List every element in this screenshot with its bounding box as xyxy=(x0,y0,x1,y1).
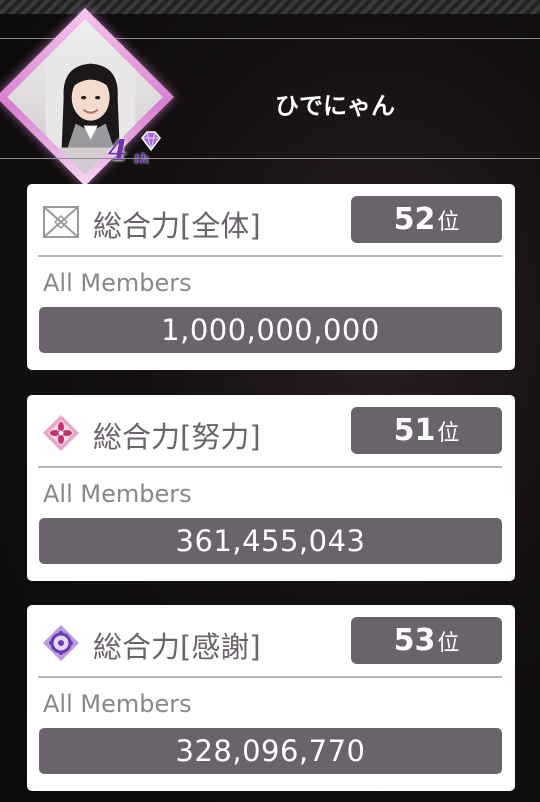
ranking-card-overall: 総合力[全体] 52位 All Members 1,000,000,000 xyxy=(27,184,515,370)
category-label: 総合力[努力] xyxy=(93,420,261,454)
score-value: 328,096,770 xyxy=(39,728,502,774)
category-label: 総合力[感謝] xyxy=(93,630,261,664)
anniversary-number: 4 xyxy=(108,134,128,167)
header-bottom-divider xyxy=(0,158,540,159)
rank-unit: 位 xyxy=(437,631,460,656)
rank-badge: 51位 xyxy=(351,407,502,454)
anniversary-4th-badge: 4 th xyxy=(104,130,166,176)
rank-unit: 位 xyxy=(437,421,460,446)
rank-badge: 52位 xyxy=(351,196,502,243)
profile-header: 4 th ひでにゃん xyxy=(0,7,540,187)
scope-label: All Members xyxy=(43,269,192,297)
ranking-card-effort: 総合力[努力] 51位 All Members 361,455,043 xyxy=(27,395,515,581)
scope-label: All Members xyxy=(43,690,192,718)
rank-number: 53 xyxy=(393,623,436,658)
pink-flower-diamond-icon xyxy=(43,415,79,451)
rank-number: 51 xyxy=(393,413,436,448)
crossed-outline-icon xyxy=(43,206,79,238)
rank-unit: 位 xyxy=(437,210,460,235)
ranking-card-gratitude: 総合力[感謝] 53位 All Members 328,096,770 xyxy=(27,605,515,791)
card-divider xyxy=(38,676,502,678)
anniversary-suffix: th xyxy=(134,152,150,167)
purple-ring-diamond-icon xyxy=(43,625,79,661)
rank-badge: 53位 xyxy=(351,617,502,664)
score-value: 1,000,000,000 xyxy=(39,307,502,353)
card-divider xyxy=(38,466,502,468)
username: ひでにゃん xyxy=(275,92,395,120)
rank-number: 52 xyxy=(393,202,436,237)
score-value: 361,455,043 xyxy=(39,518,502,564)
scope-label: All Members xyxy=(43,480,192,508)
category-label: 総合力[全体] xyxy=(93,209,261,243)
card-divider xyxy=(38,255,502,257)
purple-gem-icon xyxy=(141,131,161,152)
